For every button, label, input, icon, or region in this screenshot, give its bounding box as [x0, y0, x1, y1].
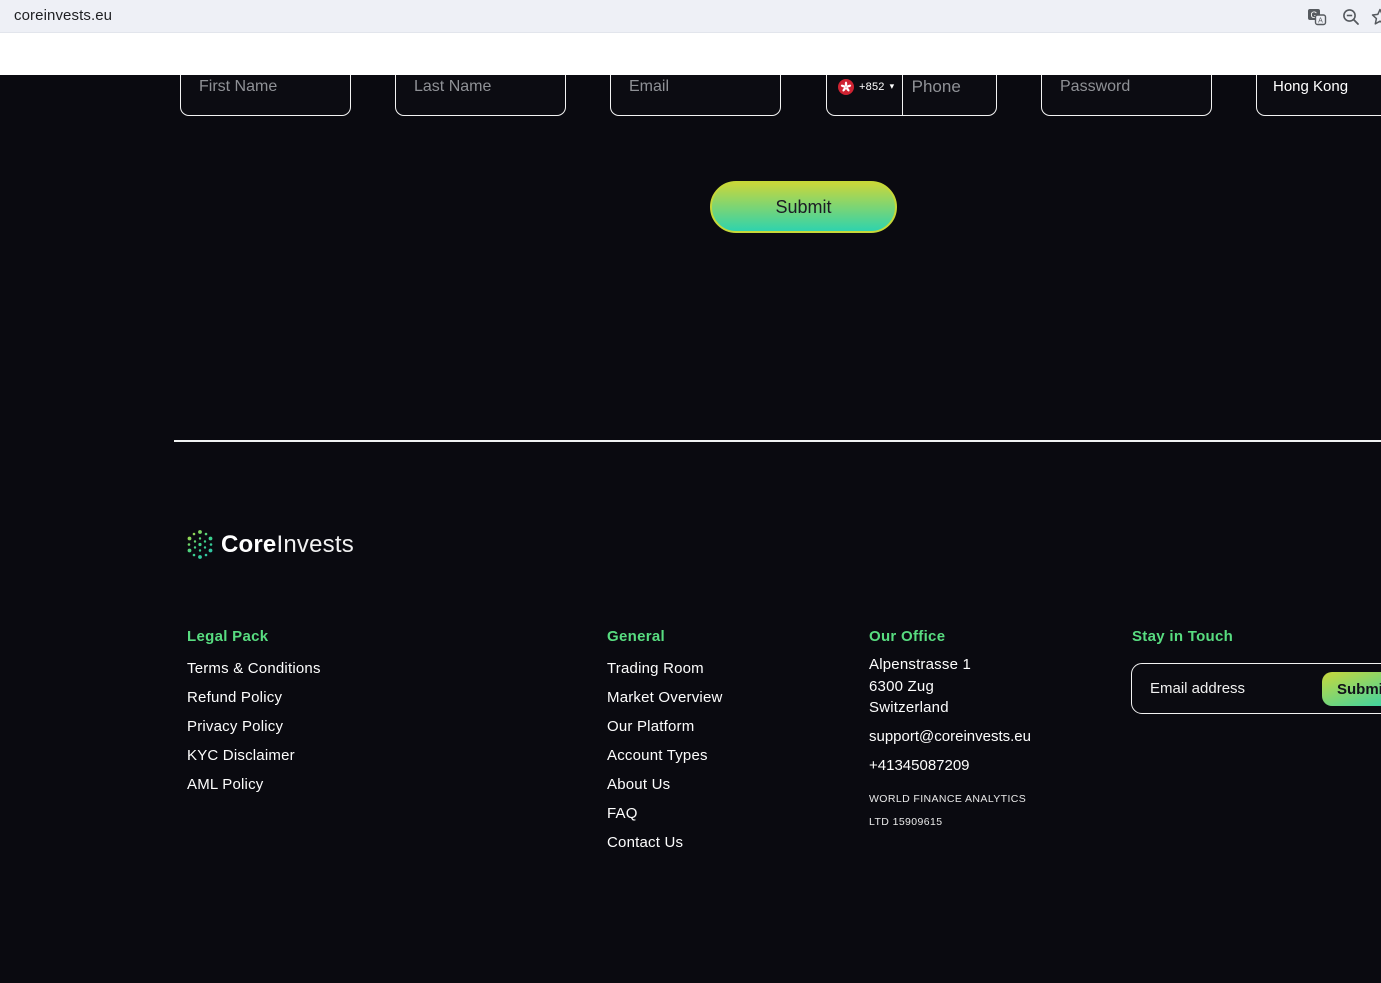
logo-wordmark: CoreInvests: [221, 531, 354, 559]
bookmark-star-icon[interactable]: [1370, 7, 1381, 27]
list-item: Contact Us: [607, 828, 723, 857]
hong-kong-flag-icon: [838, 78, 854, 95]
legal-heading: Legal Pack: [187, 628, 269, 645]
address-line: Alpenstrasse 1: [869, 656, 972, 673]
browser-address-bar: coreinvests.eu G A: [0, 0, 1381, 33]
list-item: Trading Room: [607, 654, 723, 683]
list-item: Account Types: [607, 741, 723, 770]
link-our-platform[interactable]: Our Platform: [607, 718, 694, 735]
logo: CoreInvests: [186, 529, 354, 560]
list-item: About Us: [607, 770, 723, 799]
footer-column-legal: Legal Pack Terms & Conditions Refund Pol…: [187, 627, 321, 799]
page-background: +852 ▾ Hong Kong Submit: [0, 33, 1381, 983]
footer-column-general: General Trading Room Market Overview Our…: [607, 627, 723, 857]
link-contact-us[interactable]: Contact Us: [607, 834, 683, 851]
link-terms-conditions[interactable]: Terms & Conditions: [187, 660, 321, 677]
link-privacy-policy[interactable]: Privacy Policy: [187, 718, 283, 735]
logo-core: Core: [221, 530, 277, 558]
office-phone-link[interactable]: +41345087209: [869, 757, 970, 774]
list-item: Refund Policy: [187, 683, 321, 712]
submit-button[interactable]: Submit: [710, 181, 897, 233]
link-kyc-disclaimer[interactable]: KYC Disclaimer: [187, 747, 295, 764]
link-faq[interactable]: FAQ: [607, 805, 638, 822]
chevron-down-icon: ▾: [889, 81, 895, 91]
company-registration-line: WORLD FINANCE ANALYTICS: [869, 792, 1027, 805]
newsletter-email-input[interactable]: [1132, 664, 1317, 713]
link-trading-room[interactable]: Trading Room: [607, 660, 704, 677]
logo-hexagon-dots-icon: [187, 530, 213, 559]
url-text[interactable]: coreinvests.eu: [14, 7, 112, 24]
white-header-band: [0, 33, 1381, 75]
newsletter-field: Submit: [1131, 663, 1381, 714]
link-aml-policy[interactable]: AML Policy: [187, 776, 263, 793]
link-account-types[interactable]: Account Types: [607, 747, 708, 764]
list-item: KYC Disclaimer: [187, 741, 321, 770]
general-heading: General: [607, 628, 665, 645]
list-item: Terms & Conditions: [187, 654, 321, 683]
translate-icon[interactable]: G A: [1307, 7, 1327, 27]
footer-column-office: Our Office Alpenstrasse 1 6300 Zug Switz…: [869, 627, 1031, 834]
list-item: FAQ: [607, 799, 723, 828]
list-item: Privacy Policy: [187, 712, 321, 741]
logo-invests: Invests: [276, 530, 354, 558]
footer-column-newsletter: Stay in Touch: [1132, 627, 1233, 654]
link-refund-policy[interactable]: Refund Policy: [187, 689, 282, 706]
support-email-link[interactable]: support@coreinvests.eu: [869, 728, 1031, 745]
list-item: Market Overview: [607, 683, 723, 712]
zoom-out-icon[interactable]: [1341, 7, 1361, 27]
company-registration-line: LTD 15909615: [869, 815, 943, 828]
newsletter-heading: Stay in Touch: [1132, 628, 1234, 645]
list-item: Our Platform: [607, 712, 723, 741]
newsletter-submit-button[interactable]: Submit: [1322, 672, 1381, 706]
address-line: 6300 Zug: [869, 677, 934, 695]
dial-code: +852: [859, 80, 885, 93]
address-line: Switzerland: [869, 699, 949, 716]
list-item: AML Policy: [187, 770, 321, 799]
link-market-overview[interactable]: Market Overview: [607, 689, 723, 706]
footer-divider: [174, 440, 1381, 442]
office-heading: Our Office: [869, 628, 946, 645]
svg-text:A: A: [1318, 18, 1323, 25]
link-about-us[interactable]: About Us: [607, 776, 670, 793]
